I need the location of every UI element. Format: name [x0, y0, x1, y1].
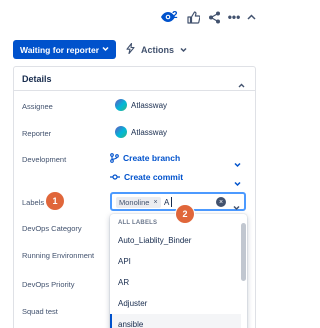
chevron-down-icon[interactable] [234, 155, 241, 173]
text-cursor [171, 197, 172, 207]
thumbs-up-icon[interactable] [186, 10, 200, 24]
development-label: Development [22, 155, 67, 164]
create-branch-label: Create branch [123, 153, 181, 163]
running-environment-label: Running Environment [22, 251, 95, 260]
status-button[interactable]: Waiting for reporter [13, 40, 116, 59]
create-commit-label: Create commit [124, 172, 184, 182]
more-options-icon[interactable]: ••• [227, 10, 241, 24]
assignee-label: Assignee [22, 102, 53, 111]
chevron-up-icon[interactable] [245, 10, 257, 24]
create-commit-link[interactable]: Create commit [110, 172, 183, 182]
remove-tag-icon[interactable]: × [153, 199, 157, 206]
lightning-icon [126, 42, 135, 56]
share-icon[interactable] [207, 10, 221, 24]
callout-badge-2: 2 [176, 205, 194, 223]
chevron-down-icon [102, 44, 109, 54]
chevron-down-icon [180, 45, 187, 55]
create-branch-link[interactable]: Create branch [110, 153, 180, 163]
squad-test-label: Squad test [22, 307, 58, 316]
label-tag: Monoline × [116, 197, 161, 208]
label-tag-text: Monoline [119, 198, 150, 207]
dropdown-option[interactable]: AR [110, 272, 241, 292]
commit-icon [110, 174, 120, 180]
reporter-value[interactable]: Atlassway [131, 128, 167, 137]
assignee-value[interactable]: Atlassway [131, 101, 167, 110]
clear-icon[interactable]: × [216, 197, 226, 207]
labels-typed-text: A [164, 198, 170, 207]
dropdown-option[interactable]: Adjuster [110, 293, 241, 313]
labels-label: Labels [22, 198, 45, 207]
dropdown-header: ALL LABELS [118, 220, 158, 226]
details-title: Details [22, 74, 52, 84]
dropdown-option[interactable]: API [110, 251, 241, 271]
avatar [115, 126, 127, 138]
labels-dropdown: ALL LABELS Auto_Liablity_Binder API AR A… [110, 214, 247, 328]
dropdown-option[interactable]: Auto_Liablity_Binder [110, 230, 241, 250]
devops-priority-label: DevOps Priority [22, 280, 75, 289]
actions-label: Actions [141, 44, 175, 55]
details-header[interactable]: Details [14, 67, 255, 91]
avatar [115, 99, 127, 111]
callout-badge-1: 1 [46, 192, 64, 210]
devops-category-label: DevOps Category [22, 224, 82, 233]
chevron-up-icon[interactable] [238, 75, 245, 93]
issue-topbar: 2 ••• [0, 0, 262, 34]
dropdown-option[interactable]: ansible [110, 314, 241, 328]
actions-button[interactable]: Actions [126, 40, 187, 59]
status-label: Waiting for reporter [20, 44, 100, 55]
branch-icon [110, 153, 119, 163]
chevron-down-icon[interactable] [234, 174, 241, 192]
reporter-label: Reporter [22, 129, 52, 138]
watch-count: 2 [172, 10, 178, 21]
dropdown-scrollbar[interactable] [241, 223, 246, 281]
